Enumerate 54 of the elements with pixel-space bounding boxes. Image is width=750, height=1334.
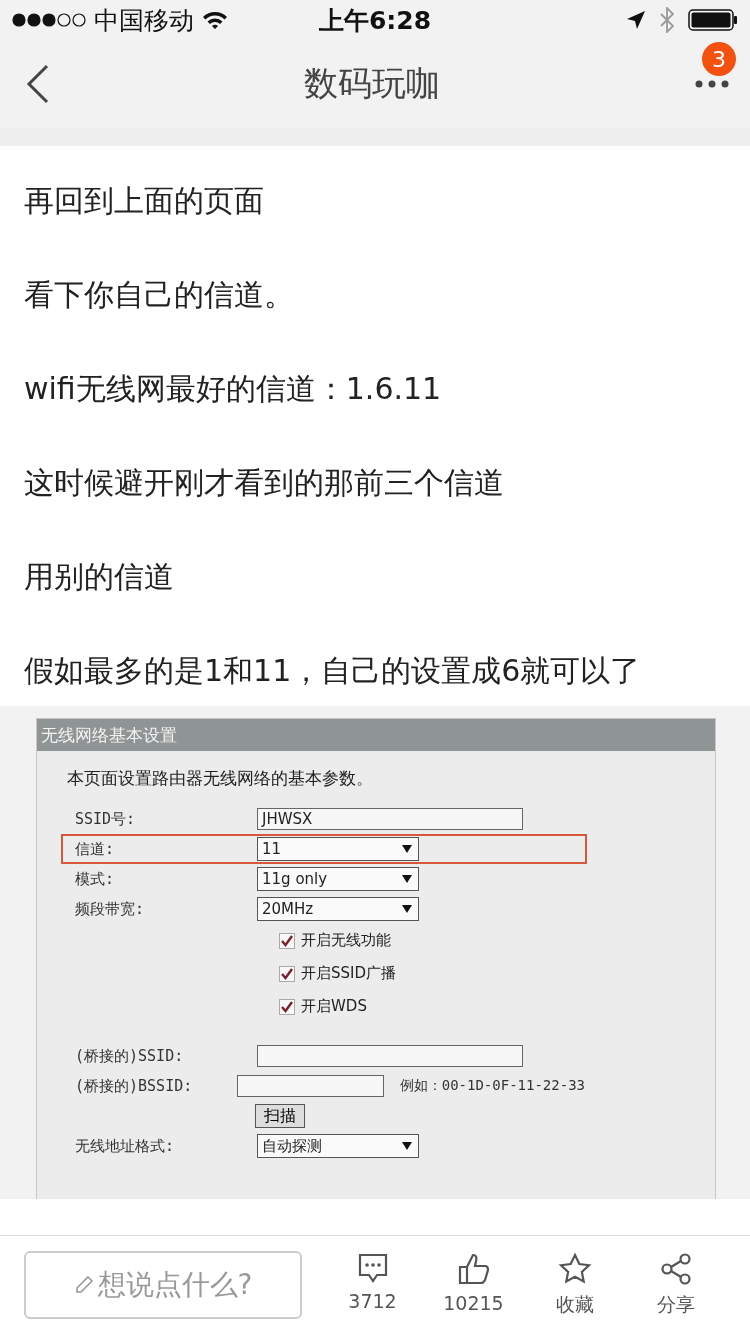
page-title: 数码玩咖 xyxy=(304,62,440,105)
dropdown-field[interactable]: 11g only xyxy=(257,867,419,891)
field-label: (桥接的)SSID: xyxy=(75,1046,185,1066)
bluetooth-icon xyxy=(660,7,674,33)
field-label: (桥接的)BSSID: xyxy=(75,1076,194,1096)
caret-icon xyxy=(402,1142,412,1150)
more-icon[interactable] xyxy=(694,79,730,89)
article-paragraph: 看下你自己的信道。 xyxy=(24,276,295,314)
location-arrow-icon xyxy=(626,10,646,30)
dropdown-field[interactable]: 20MHz xyxy=(257,897,419,921)
field-label: 模式: xyxy=(75,869,116,889)
caret-icon xyxy=(402,845,412,853)
text-field[interactable]: JHWSX xyxy=(257,808,523,830)
comment-placeholder: 想说点什么? xyxy=(97,1267,253,1303)
field-label: 频段带宽: xyxy=(75,899,146,919)
checkbox[interactable] xyxy=(279,998,295,1015)
scan-button[interactable]: 扫描 xyxy=(255,1104,305,1128)
thumbs-up-icon xyxy=(456,1252,491,1286)
checkbox[interactable] xyxy=(279,932,295,949)
action-label[interactable]: 3712 xyxy=(348,1290,397,1312)
panel-description: 本页面设置路由器无线网络的基本参数。 xyxy=(66,767,374,790)
field-label: SSID号: xyxy=(75,809,137,829)
article-paragraph: 假如最多的是1和11，自己的设置成6就可以了 xyxy=(24,652,642,690)
dropdown-field[interactable]: 11 xyxy=(257,837,419,861)
checkbox-label: 开启WDS xyxy=(301,997,367,1016)
checkbox[interactable] xyxy=(279,965,295,982)
action-label[interactable]: 10215 xyxy=(443,1292,504,1314)
action-label[interactable]: 收藏 xyxy=(555,1292,594,1318)
back-icon[interactable] xyxy=(26,64,50,104)
dropdown-field[interactable]: 自动探测 xyxy=(257,1134,419,1158)
notification-badge: 3 xyxy=(702,42,736,76)
field-label: 信道: xyxy=(75,839,116,859)
text-field[interactable] xyxy=(237,1075,384,1097)
article-paragraph: 再回到上面的页面 xyxy=(24,182,265,220)
pencil-icon xyxy=(73,1275,94,1295)
carrier-name: 中国移动 xyxy=(94,4,194,37)
caret-icon xyxy=(402,905,412,913)
checkbox-label: 开启无线功能 xyxy=(301,931,391,950)
article-paragraph: 用别的信道 xyxy=(24,558,175,596)
signal-strength-icon xyxy=(12,13,86,27)
text-field[interactable] xyxy=(257,1045,523,1067)
wifi-icon xyxy=(202,10,228,30)
panel-title: 无线网络基本设置 xyxy=(37,719,715,751)
field-label: 无线地址格式: xyxy=(75,1136,176,1156)
battery-icon xyxy=(688,9,738,31)
star-icon xyxy=(557,1252,592,1286)
article-paragraph: wifi无线网最好的信道：1.6.11 xyxy=(24,370,443,408)
caret-icon xyxy=(402,875,412,883)
clock-time: 上午6:28 xyxy=(318,4,432,37)
share-icon xyxy=(658,1252,693,1286)
checkbox-label: 开启SSID广播 xyxy=(301,964,397,983)
article-paragraph: 这时候避开刚才看到的那前三个信道 xyxy=(24,464,505,502)
example-note: 例如：00-1D-0F-11-22-33 xyxy=(399,1077,585,1095)
action-label[interactable]: 分享 xyxy=(656,1292,695,1318)
